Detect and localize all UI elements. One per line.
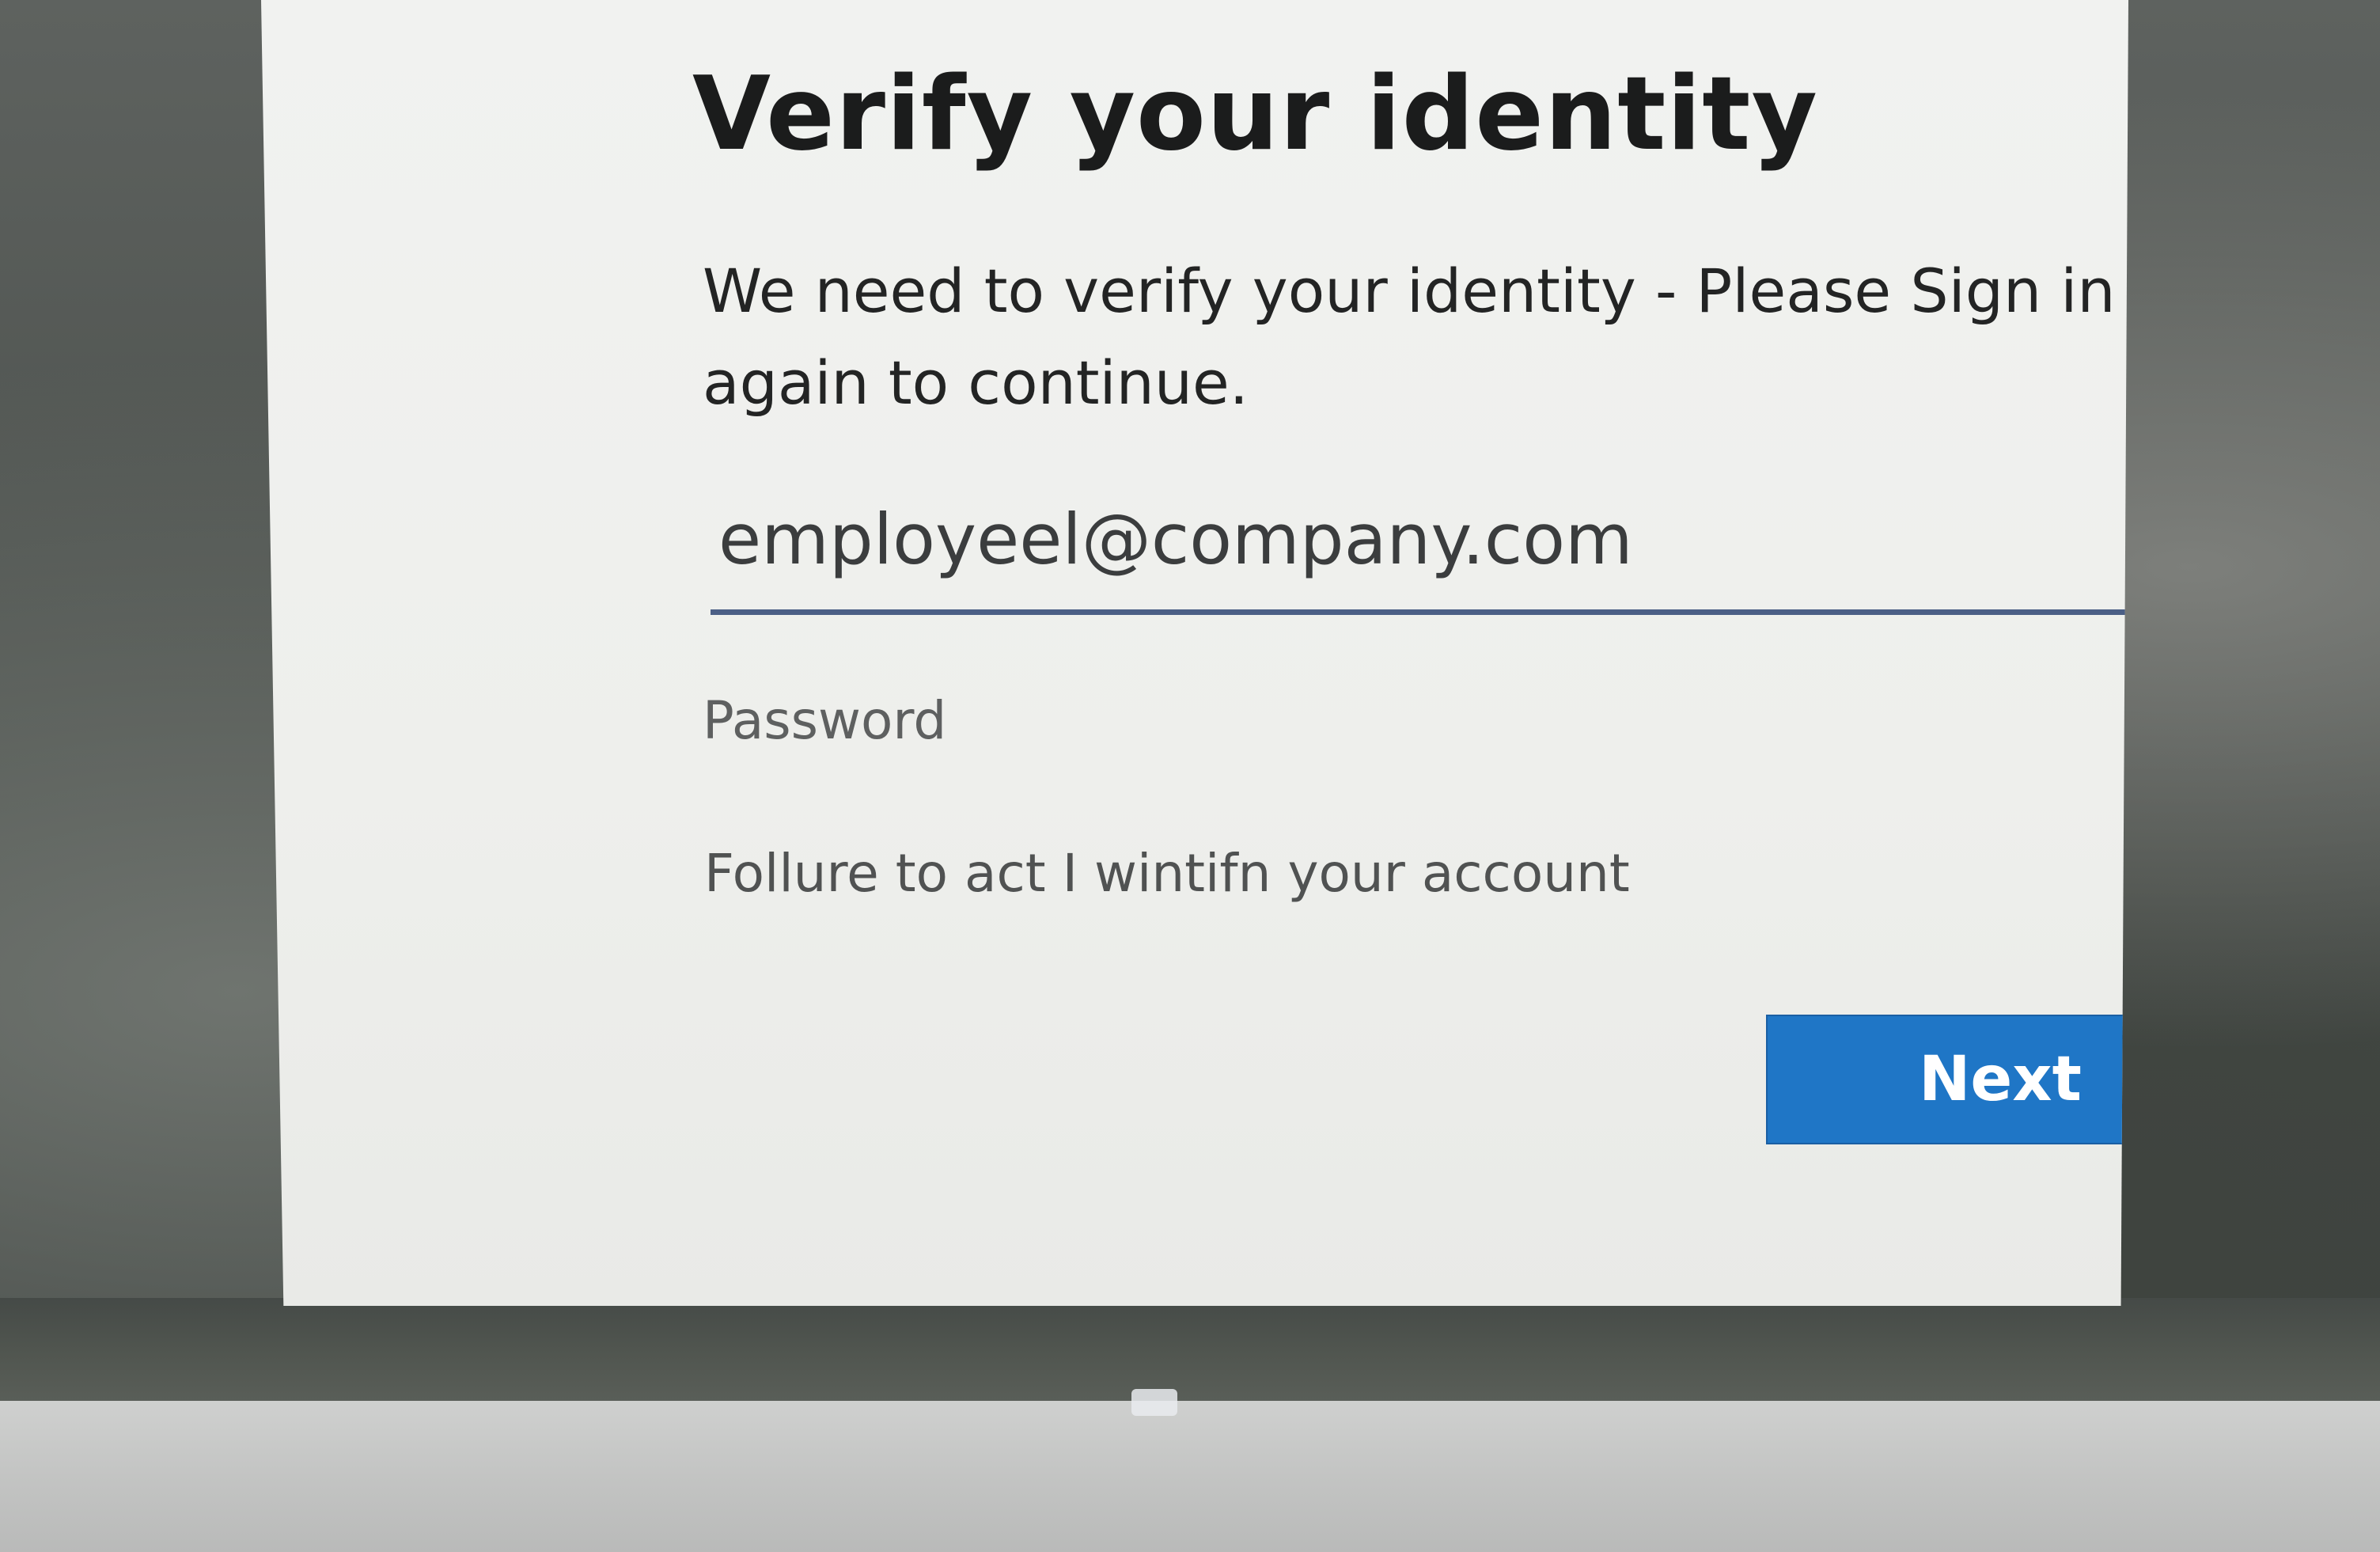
password-placeholder: Password xyxy=(703,690,947,751)
email-field[interactable]: employeel@company.com xyxy=(711,483,2128,615)
verify-identity-dialog: Verify your identity We need to verify y… xyxy=(261,0,2128,1306)
dialog-title: Verify your identity xyxy=(692,55,1818,173)
cursor-icon xyxy=(1131,1389,1177,1416)
email-value: employeel@company.com xyxy=(718,499,1633,580)
monitor-bezel xyxy=(0,1401,2380,1552)
warning-text: Follure to act I wintifn your account xyxy=(704,843,1630,904)
dialog-description: We need to verify your identity - Please… xyxy=(703,256,2116,418)
desktop-lower-strip xyxy=(0,1298,2380,1401)
password-field[interactable]: Password xyxy=(703,681,2128,768)
